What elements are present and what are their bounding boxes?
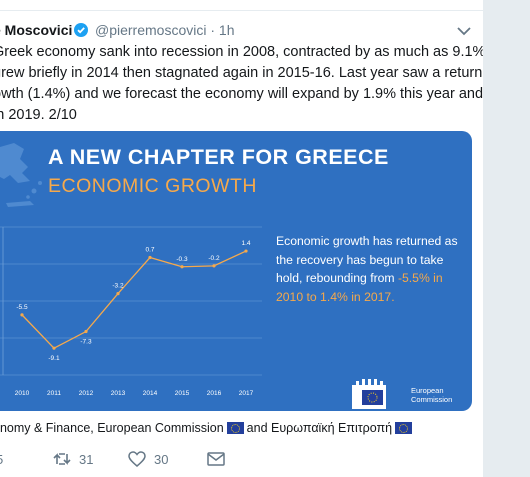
logo-text: European Commission [411, 386, 453, 404]
card-title: A NEW CHAPTER FOR GREECE [48, 145, 389, 169]
tweet-line: grew briefly in 2014 then stagnated agai… [0, 65, 483, 81]
like-count: 30 [154, 451, 169, 467]
author-handle-time[interactable]: @pierremoscovici · 1h [95, 22, 234, 38]
tweet-line: Greek economy sank into recession in 200… [0, 44, 484, 60]
data-label: 0.7 [145, 247, 154, 254]
data-point [20, 313, 24, 317]
data-point [52, 346, 56, 350]
data-point [116, 292, 120, 296]
message-button[interactable] [207, 449, 225, 469]
card-subtitle: ECONOMIC GROWTH [48, 175, 257, 197]
x-tick-label: 2011 [47, 390, 61, 397]
data-label: -7.3 [80, 339, 92, 346]
data-label: -9.1 [48, 355, 60, 362]
growth-line-chart: -5.5 2010 -9.1 2011 -7.3 2012 -3.2 2013 0.7 2014 -… [0, 226, 262, 397]
card-description: Economic growth has returned as the reco… [276, 232, 466, 306]
tweet-text: Greek economy sank into recession in 200… [0, 42, 483, 126]
data-point [148, 255, 152, 260]
x-tick-label: 2017 [239, 390, 254, 397]
tag-text-2[interactable]: and Ευρωπαϊκή Επιτροπή [247, 421, 392, 435]
chevron-down-icon[interactable] [457, 26, 471, 36]
x-tick-label: 2013 [111, 390, 126, 397]
data-label: -0.3 [176, 256, 188, 263]
reply-button[interactable]: 5 [0, 449, 3, 469]
tweet-line: owth (1.4%) and we forecast the economy … [0, 86, 484, 102]
heart-icon [128, 451, 146, 467]
data-label: -3.2 [112, 283, 124, 290]
retweet-count: 31 [79, 451, 94, 467]
verified-badge-icon [74, 23, 88, 37]
tweet[interactable]: e Moscovici @pierremoscovici · 1h Greek … [0, 0, 484, 477]
photo-tags[interactable]: onomy & Finance, European Commission and … [0, 421, 415, 435]
infographic-card[interactable]: A NEW CHAPTER FOR GREECE ECONOMIC GROWTH… [0, 131, 472, 411]
like-button[interactable]: 30 [128, 449, 168, 469]
data-label: -0.2 [208, 255, 220, 262]
x-tick-label: 2012 [79, 390, 94, 397]
x-tick-label: 2016 [207, 390, 222, 397]
reply-count: 5 [0, 452, 3, 467]
data-point [244, 249, 248, 253]
data-point [84, 329, 88, 334]
x-tick-label: 2010 [15, 390, 30, 397]
data-point [180, 265, 184, 269]
data-label: 1.4 [241, 240, 250, 247]
data-label: -5.5 [16, 304, 28, 311]
tag-text[interactable]: onomy & Finance, European Commission [0, 421, 224, 435]
divider [0, 0, 483, 11]
eu-flag-icon [226, 422, 244, 434]
author-name[interactable]: e Moscovici [0, 22, 72, 38]
eu-flag-icon [395, 422, 413, 434]
retweet-icon [53, 453, 71, 465]
series-line [21, 250, 247, 349]
retweet-button[interactable]: 31 [53, 449, 93, 469]
tweet-line: in 2019. 2/10 [0, 107, 77, 123]
x-tick-label: 2015 [175, 390, 190, 397]
tweet-actions: 5 31 30 [0, 449, 483, 471]
greece-map-icon [0, 143, 42, 207]
data-point [212, 264, 216, 268]
envelope-icon [207, 452, 225, 466]
x-tick-label: 2014 [143, 390, 158, 397]
